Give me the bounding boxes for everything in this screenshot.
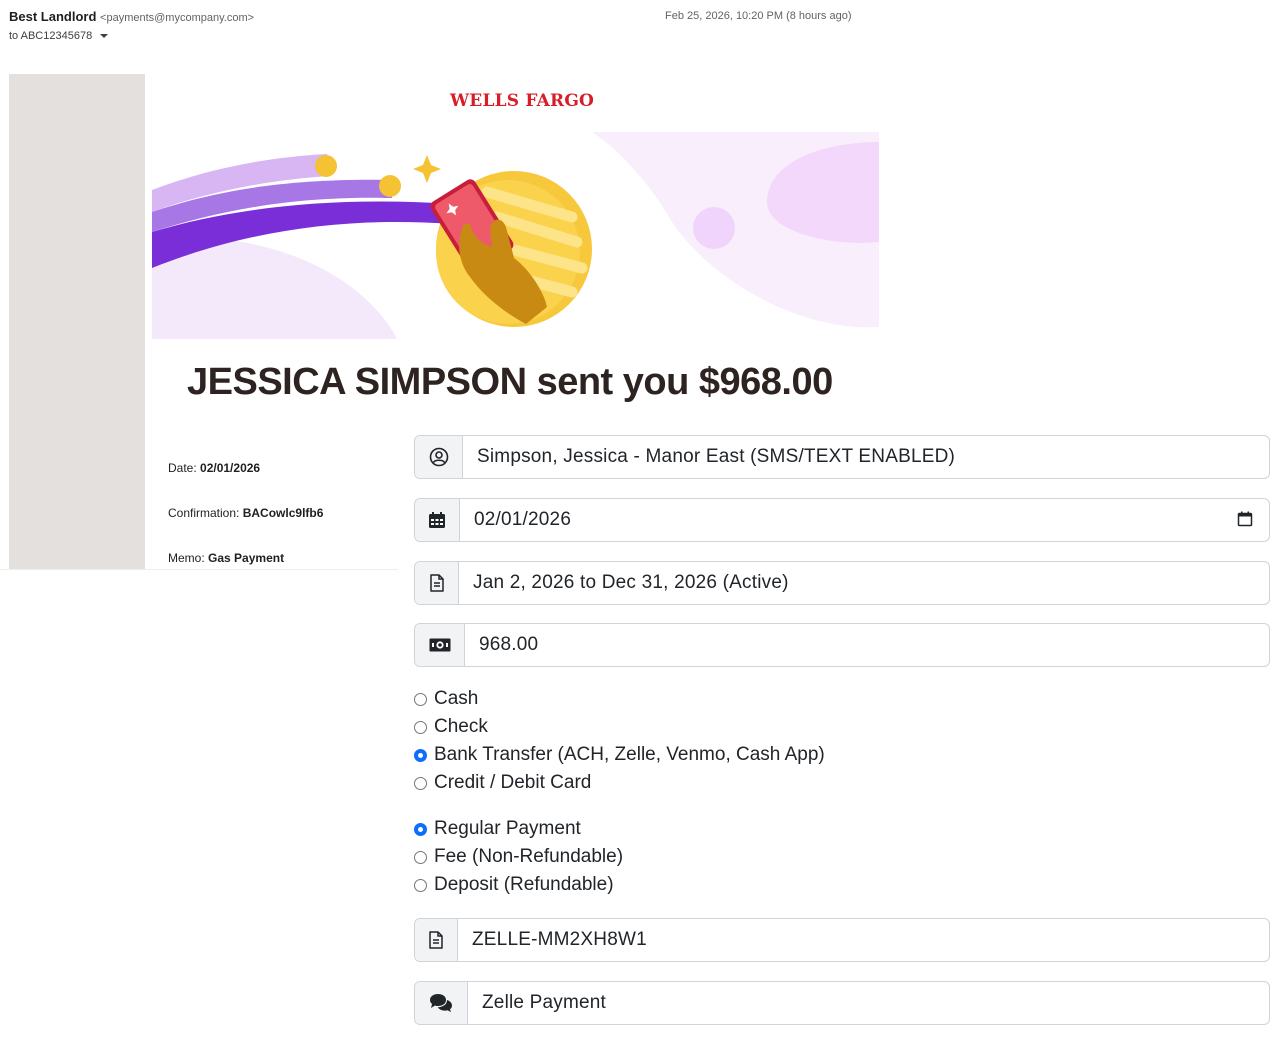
- detail-confirmation: Confirmation: BACowlc9lfb6: [168, 506, 323, 520]
- sender-email: <payments@mycompany.com>: [100, 12, 255, 24]
- radio-bank-transfer[interactable]: Bank Transfer (ACH, Zelle, Venmo, Cash A…: [414, 743, 825, 767]
- radio-label: Deposit (Refundable): [434, 874, 614, 895]
- radio-button[interactable]: [414, 776, 427, 790]
- email-timestamp: Feb 25, 2026, 10:20 PM (8 hours ago): [665, 10, 852, 22]
- document-icon: [415, 919, 458, 961]
- date-input[interactable]: 02/01/2026: [414, 498, 1270, 542]
- recipient-line[interactable]: to ABC12345678: [9, 30, 109, 42]
- chevron-down-icon[interactable]: [100, 34, 109, 38]
- radio-label: Check: [434, 716, 488, 737]
- radio-cash[interactable]: Cash: [414, 687, 478, 711]
- notes-input[interactable]: Zelle Payment: [414, 981, 1270, 1025]
- email-divider: [0, 569, 398, 570]
- calendar-outline-icon[interactable]: [1237, 511, 1253, 533]
- radio-button[interactable]: [414, 720, 427, 734]
- radio-card[interactable]: Credit / Debit Card: [414, 771, 591, 795]
- reference-input[interactable]: ZELLE-MM2XH8W1: [414, 918, 1270, 962]
- email-left-bar: [9, 74, 145, 570]
- detail-date-value: 02/01/2026: [200, 461, 261, 475]
- detail-date: Date: 02/01/2026: [168, 461, 260, 475]
- radio-label: Bank Transfer (ACH, Zelle, Venmo, Cash A…: [434, 744, 825, 765]
- amount-input[interactable]: 968.00: [414, 623, 1270, 667]
- detail-date-label: Date:: [168, 461, 197, 475]
- detail-confirmation-label: Confirmation:: [168, 506, 240, 520]
- lease-select[interactable]: Jan 2, 2026 to Dec 31, 2026 (Active): [414, 561, 1270, 605]
- money-bill-icon: [415, 624, 465, 666]
- radio-fee[interactable]: Fee (Non-Refundable): [414, 845, 623, 869]
- document-icon: [415, 562, 459, 604]
- radio-button-selected[interactable]: [414, 748, 427, 762]
- payment-headline: JESSICA SIMPSON sent you $968.00: [187, 361, 833, 403]
- user-circle-icon: [415, 436, 463, 478]
- date-text: 02/01/2026: [474, 509, 572, 530]
- comments-icon: [415, 982, 468, 1024]
- notes-value: Zelle Payment: [482, 992, 607, 1013]
- detail-confirmation-value: BACowlc9lfb6: [242, 506, 324, 520]
- radio-check[interactable]: Check: [414, 715, 488, 739]
- detail-memo: Memo: Gas Payment: [168, 551, 284, 565]
- detail-memo-value: Gas Payment: [208, 551, 285, 565]
- calendar-icon: [415, 499, 460, 541]
- tenant-value: Simpson, Jessica - Manor East (SMS/TEXT …: [477, 446, 956, 467]
- brand-logo: WELLS FARGO: [450, 91, 595, 111]
- radio-label: Fee (Non-Refundable): [434, 846, 624, 867]
- radio-deposit[interactable]: Deposit (Refundable): [414, 873, 614, 897]
- radio-button[interactable]: [414, 850, 427, 864]
- radio-button[interactable]: [414, 878, 427, 892]
- tenant-select[interactable]: Simpson, Jessica - Manor East (SMS/TEXT …: [414, 435, 1270, 479]
- email-sender: Best Landlord <payments@mycompany.com>: [9, 9, 254, 24]
- sender-name: Best Landlord: [9, 9, 97, 24]
- detail-memo-label: Memo:: [168, 551, 205, 565]
- lease-value: Jan 2, 2026 to Dec 31, 2026 (Active): [473, 572, 789, 593]
- radio-label: Cash: [434, 688, 479, 709]
- radio-button[interactable]: [414, 692, 427, 706]
- date-value: 02/01/2026: [460, 499, 1269, 541]
- banner-illustration: [152, 132, 879, 339]
- amount-value: 968.00: [479, 634, 539, 655]
- radio-label: Regular Payment: [434, 818, 581, 839]
- recipient-label: to ABC12345678: [9, 30, 93, 42]
- radio-regular-payment[interactable]: Regular Payment: [414, 817, 581, 841]
- reference-value: ZELLE-MM2XH8W1: [472, 929, 647, 950]
- radio-button-selected[interactable]: [414, 822, 427, 836]
- radio-label: Credit / Debit Card: [434, 772, 592, 793]
